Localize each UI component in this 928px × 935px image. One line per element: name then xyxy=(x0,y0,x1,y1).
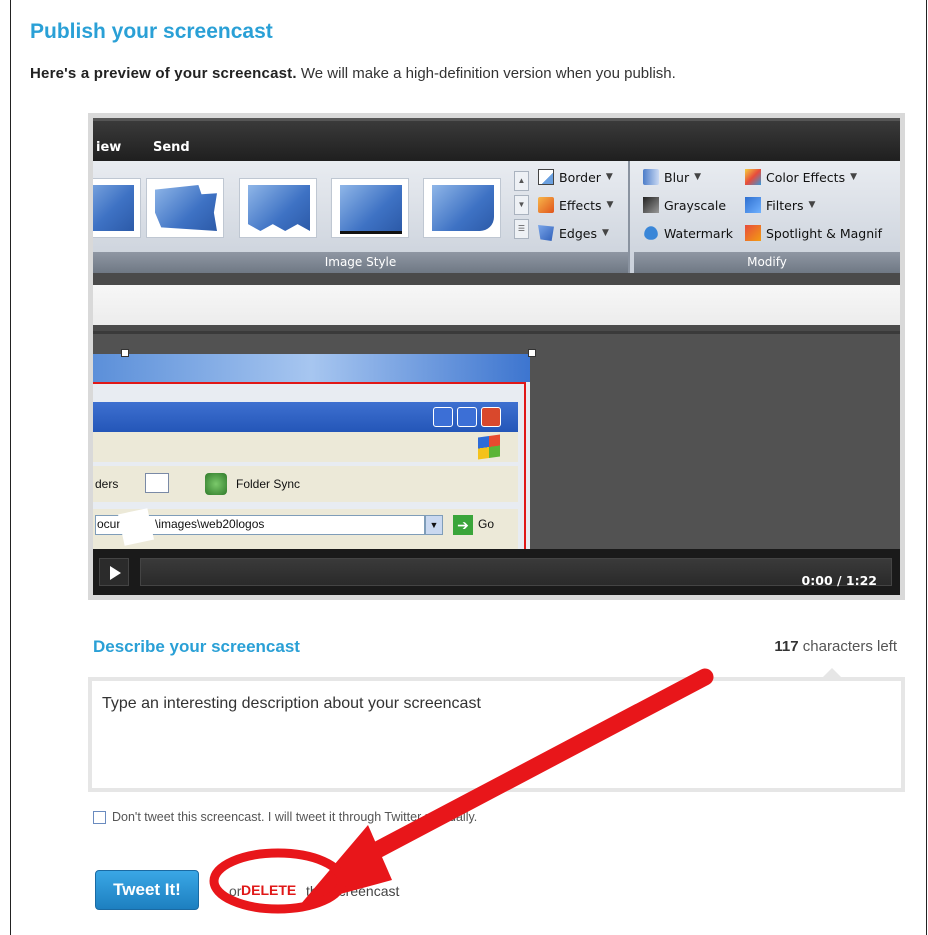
gallery-scroll: ▲ ▼ ☰ xyxy=(514,171,529,243)
describe-label: Describe your screencast xyxy=(93,637,300,656)
dont-tweet-checkbox[interactable] xyxy=(93,810,106,824)
preview-canvas: ders Folder Sync ocur \images\web20logos… xyxy=(93,331,900,564)
spotlight-label: Spotlight & Magnif xyxy=(766,225,882,241)
filters-icon xyxy=(745,197,761,213)
edges-item: Edges ▼ xyxy=(538,225,609,241)
image-style-label: Image Style xyxy=(93,252,628,273)
style-thumb xyxy=(423,178,501,238)
screencast-preview: iew Send ▲ ▼ ☰ Border ▼ Effects ▼ Edges ▼ I… xyxy=(88,113,905,600)
modify-label: Modify xyxy=(634,252,900,273)
play-button[interactable] xyxy=(99,558,129,586)
resize-handle xyxy=(528,349,536,357)
intro-text: Here's a preview of your screencast. We … xyxy=(30,65,676,82)
preview-frame: iew Send ▲ ▼ ☰ Border ▼ Effects ▼ Edges ▼ I… xyxy=(93,118,900,595)
style-thumb xyxy=(239,178,317,238)
style-thumb xyxy=(331,178,409,238)
description-input[interactable] xyxy=(102,695,882,775)
border-item: Border ▼ xyxy=(538,169,613,185)
or-text: or xyxy=(229,883,242,899)
intro-bold: Here's a preview of your screencast. xyxy=(30,65,297,82)
image-style-group: ▲ ▼ ☰ Border ▼ Effects ▼ Edges ▼ Image Styl… xyxy=(93,161,630,273)
dont-tweet-row: Don't tweet this screencast. I will twee… xyxy=(93,810,477,824)
edges-icon xyxy=(538,225,554,241)
filters-label: Filters xyxy=(766,197,804,213)
color-effects-label: Color Effects xyxy=(766,169,846,185)
scroll-up-icon: ▲ xyxy=(514,171,529,191)
watermark-icon xyxy=(644,226,658,240)
resize-handle xyxy=(121,349,129,357)
inner-screenshot: ders Folder Sync ocur \images\web20logos… xyxy=(93,354,530,564)
color-effects-item: Color Effects ▼ xyxy=(745,169,857,185)
page-title: Publish your screencast xyxy=(30,20,273,43)
preview-toolbar-strip xyxy=(93,285,900,325)
blur-icon xyxy=(643,169,659,185)
edges-label: Edges xyxy=(559,225,597,241)
effects-icon xyxy=(538,197,554,213)
intro-rest: We will make a high-definition version w… xyxy=(296,65,676,82)
tweet-button[interactable]: Tweet It! xyxy=(95,870,199,910)
ribbon-body: ▲ ▼ ☰ Border ▼ Effects ▼ Edges ▼ Image Styl… xyxy=(93,161,900,273)
delete-rest-text: this screencast xyxy=(306,883,400,899)
ribbon-tab-view: iew xyxy=(96,140,122,155)
video-time: 0:00 / 1:22 xyxy=(801,573,877,588)
delete-link[interactable]: DELETE xyxy=(241,882,296,898)
video-scrubber[interactable]: 0:00 / 1:22 xyxy=(140,558,892,588)
spotlight-item: Spotlight & Magnif xyxy=(745,225,882,241)
ribbon-tabs: iew Send xyxy=(93,118,900,161)
grayscale-item: Grayscale xyxy=(643,197,726,213)
effects-label: Effects xyxy=(559,197,602,213)
watermark-label: Watermark xyxy=(664,225,733,241)
blur-label: Blur xyxy=(664,169,690,185)
color-effects-icon xyxy=(745,169,761,185)
desktop-background xyxy=(93,354,530,382)
style-thumb xyxy=(93,178,141,238)
scroll-more-icon: ☰ xyxy=(514,219,529,239)
grayscale-icon xyxy=(643,197,659,213)
description-box xyxy=(88,677,905,792)
border-label: Border xyxy=(559,169,601,185)
blur-item: Blur ▼ xyxy=(643,169,701,185)
effects-item: Effects ▼ xyxy=(538,197,613,213)
characters-suffix: characters left xyxy=(798,638,897,655)
spotlight-icon xyxy=(745,225,761,241)
grayscale-label: Grayscale xyxy=(664,197,727,213)
style-thumb xyxy=(146,178,224,238)
characters-count: 117 xyxy=(774,638,799,655)
watermark-item: Watermark xyxy=(643,225,733,241)
filters-item: Filters ▼ xyxy=(745,197,815,213)
scroll-down-icon: ▼ xyxy=(514,195,529,215)
selection-outline xyxy=(93,382,526,562)
ribbon-tab-send: Send xyxy=(153,140,190,155)
video-player-bar: 0:00 / 1:22 xyxy=(93,549,900,595)
characters-left: 117 characters left xyxy=(774,638,897,655)
dont-tweet-label[interactable]: Don't tweet this screencast. I will twee… xyxy=(112,810,477,824)
border-icon xyxy=(538,169,554,185)
